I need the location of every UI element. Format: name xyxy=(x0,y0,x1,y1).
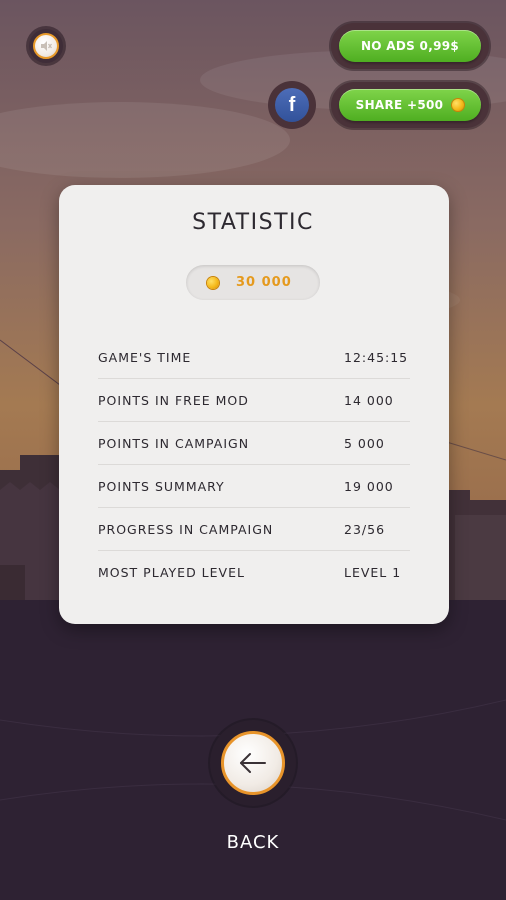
stat-row-games-time: GAME'S TIME 12:45:15 xyxy=(98,336,410,379)
no-ads-button-frame: NO ADS 0,99$ xyxy=(331,23,489,69)
share-button-frame: SHARE +500 xyxy=(331,82,489,128)
facebook-button[interactable]: f xyxy=(275,88,309,122)
coin-balance: 30 000 xyxy=(186,265,320,300)
stat-row-points-campaign: POINTS IN CAMPAIGN 5 000 xyxy=(98,422,410,465)
stat-value: 19 000 xyxy=(344,478,394,494)
no-ads-button[interactable]: NO ADS 0,99$ xyxy=(339,30,481,62)
back-button[interactable] xyxy=(221,731,285,795)
facebook-icon: f xyxy=(288,93,296,116)
share-button[interactable]: SHARE +500 xyxy=(339,89,481,121)
stat-label: POINTS IN CAMPAIGN xyxy=(98,435,250,451)
facebook-button-frame: f xyxy=(268,81,316,129)
back-label[interactable]: BACK xyxy=(0,832,506,853)
stat-label: GAME'S TIME xyxy=(98,349,192,365)
stat-label: POINTS SUMMARY xyxy=(98,478,225,494)
panel-title: STATISTIC xyxy=(192,210,314,235)
stat-row-most-played-level: MOST PLAYED LEVEL LEVEL 1 xyxy=(98,551,410,593)
stat-value: LEVEL 1 xyxy=(344,564,402,580)
stat-value: 12:45:15 xyxy=(344,349,409,365)
stat-row-points-free-mod: POINTS IN FREE MOD 14 000 xyxy=(98,379,410,422)
stats-list: GAME'S TIME 12:45:15 POINTS IN FREE MOD … xyxy=(98,336,410,593)
stat-row-progress-campaign: PROGRESS IN CAMPAIGN 23/56 xyxy=(98,508,410,551)
stat-row-points-summary: POINTS SUMMARY 19 000 xyxy=(98,465,410,508)
stat-value: 14 000 xyxy=(344,392,394,408)
stat-label: PROGRESS IN CAMPAIGN xyxy=(98,521,274,537)
stat-value: 23/56 xyxy=(344,521,386,537)
no-ads-label: NO ADS 0,99$ xyxy=(360,39,460,53)
coin-icon xyxy=(207,276,219,289)
coin-balance-value: 30 000 xyxy=(236,275,292,290)
share-label: SHARE +500 xyxy=(355,98,444,112)
back-button-frame xyxy=(210,720,296,806)
coin-icon xyxy=(452,99,465,111)
stat-label: MOST PLAYED LEVEL xyxy=(98,564,245,580)
mute-button[interactable] xyxy=(29,29,63,63)
arrow-left-icon xyxy=(240,753,266,773)
speaker-muted-icon xyxy=(33,33,59,59)
stat-label: POINTS IN FREE MOD xyxy=(98,392,249,408)
stat-value: 5 000 xyxy=(344,435,385,451)
